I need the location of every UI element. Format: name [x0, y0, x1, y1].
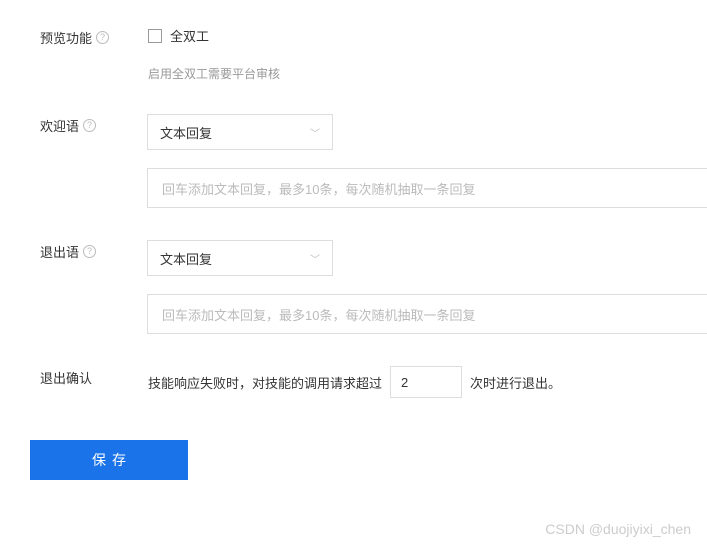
watermark: CSDN @duojiyixi_chen — [545, 521, 691, 537]
welcome-row: 欢迎语 ? 文本回复 ﹀ 回车添加文本回复，最多10条，每次随机抽取一条回复 — [0, 114, 707, 208]
exit-row: 退出语 ? 文本回复 ﹀ 回车添加文本回复，最多10条，每次随机抽取一条回复 — [0, 240, 707, 334]
preview-content: 全双工 启用全双工需要平台审核 — [148, 26, 707, 82]
help-icon[interactable]: ? — [96, 31, 109, 44]
select-value: 文本回复 — [160, 249, 212, 268]
welcome-label: 欢迎语 ? — [0, 114, 147, 135]
welcome-content: 文本回复 ﹀ 回车添加文本回复，最多10条，每次随机抽取一条回复 — [147, 114, 707, 208]
label-text: 预览功能 — [40, 28, 92, 47]
exit-confirm-row: 退出确认 技能响应失败时，对技能的调用请求超过 2 次时进行退出。 — [0, 366, 707, 398]
label-text: 欢迎语 — [40, 116, 79, 135]
text-before: 技能响应失败时，对技能的调用请求超过 — [148, 373, 382, 392]
text-after: 次时进行退出。 — [470, 373, 561, 392]
exit-reply-input[interactable]: 回车添加文本回复，最多10条，每次随机抽取一条回复 — [147, 294, 707, 334]
exit-content: 文本回复 ﹀ 回车添加文本回复，最多10条，每次随机抽取一条回复 — [147, 240, 707, 334]
label-text: 退出确认 — [40, 368, 92, 387]
welcome-reply-type-select[interactable]: 文本回复 ﹀ — [147, 114, 333, 150]
select-value: 文本回复 — [160, 123, 212, 142]
preview-label: 预览功能 ? — [0, 26, 148, 47]
exit-confirm-label: 退出确认 — [0, 366, 148, 387]
exit-confirm-content: 技能响应失败时，对技能的调用请求超过 2 次时进行退出。 — [148, 366, 707, 398]
help-icon[interactable]: ? — [83, 245, 96, 258]
exit-threshold-input[interactable]: 2 — [390, 366, 462, 398]
input-value: 2 — [401, 375, 408, 390]
full-duplex-checkbox[interactable] — [148, 29, 162, 43]
preview-hint: 启用全双工需要平台审核 — [148, 65, 707, 82]
preview-row: 预览功能 ? 全双工 启用全双工需要平台审核 — [0, 26, 707, 82]
full-duplex-checkbox-row: 全双工 — [148, 26, 707, 45]
save-button[interactable]: 保存 — [30, 440, 188, 480]
input-placeholder: 回车添加文本回复，最多10条，每次随机抽取一条回复 — [162, 305, 475, 324]
checkbox-label: 全双工 — [170, 26, 209, 45]
help-icon[interactable]: ? — [83, 119, 96, 132]
exit-label: 退出语 ? — [0, 240, 147, 261]
exit-reply-type-select[interactable]: 文本回复 ﹀ — [147, 240, 333, 276]
chevron-down-icon: ﹀ — [310, 251, 320, 266]
label-text: 退出语 — [40, 242, 79, 261]
input-placeholder: 回车添加文本回复，最多10条，每次随机抽取一条回复 — [162, 179, 475, 198]
welcome-reply-input[interactable]: 回车添加文本回复，最多10条，每次随机抽取一条回复 — [147, 168, 707, 208]
chevron-down-icon: ﹀ — [310, 125, 320, 140]
